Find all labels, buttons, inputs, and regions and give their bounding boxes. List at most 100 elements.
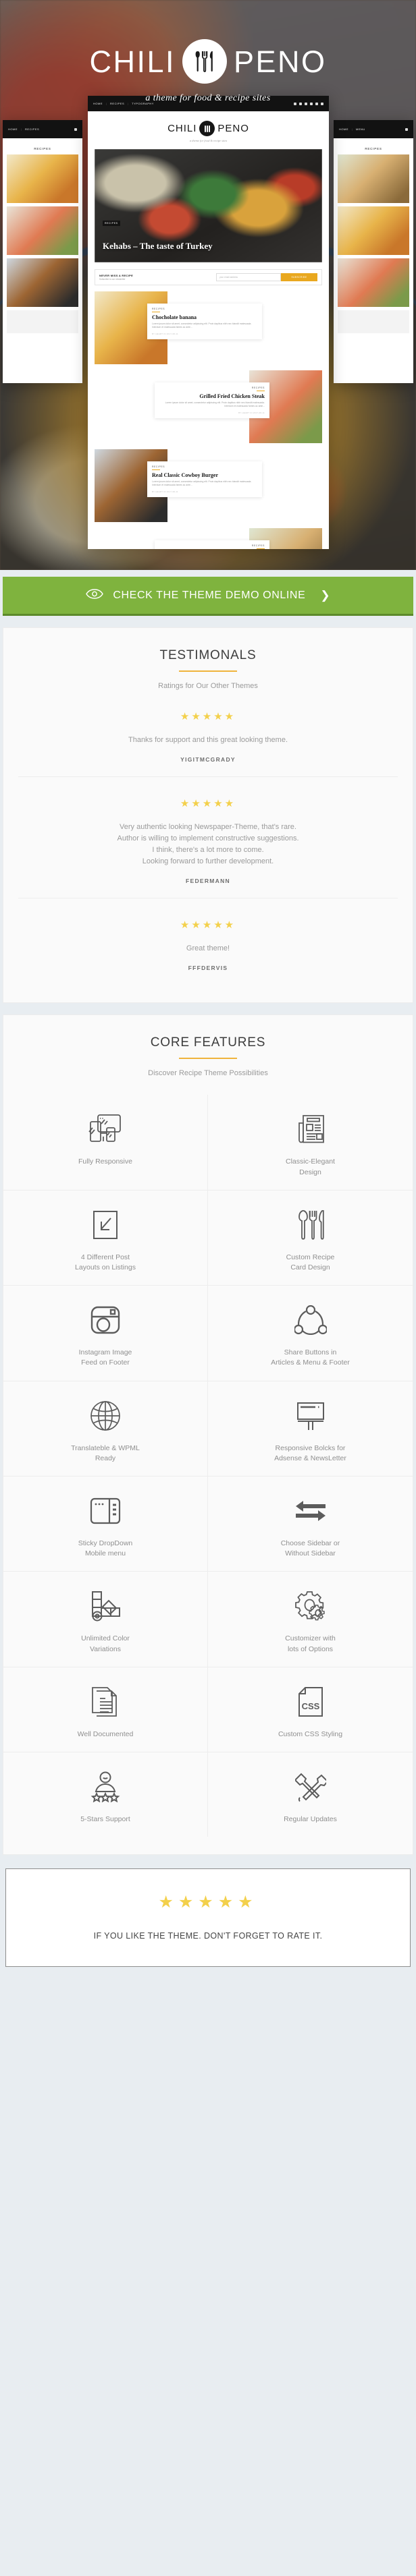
feature-label: Customizer with lots of Options [285, 1634, 336, 1653]
two-arrows-icon [294, 1494, 327, 1528]
svg-text:CSS: CSS [301, 1701, 319, 1711]
preview-block [7, 310, 78, 334]
mockup-site-header: CHILI PENO a theme for food & recipe sit… [88, 111, 329, 149]
globe-icon [90, 1399, 121, 1433]
featured-category: RECIPES [103, 221, 120, 226]
testimonials-list: ★★★★★ Thanks for support and this great … [3, 690, 413, 985]
mockup-post-card[interactable]: RECIPES Real Classic Cowboy Burger Lorem… [95, 449, 322, 522]
billboard-icon [295, 1399, 326, 1433]
mockup-post-card[interactable]: RECIPES Basic Homemade Bread Lorem ipsum… [95, 528, 322, 549]
preview-image [7, 258, 78, 308]
responsive-devices-icon [88, 1112, 122, 1146]
feature-label: 5-Stars Support [80, 1815, 130, 1824]
rating-stars: ★★★★★ [180, 919, 236, 932]
feature-cell-responsive-blocks: Responsive Bolcks for Adsense & NewsLett… [208, 1381, 413, 1477]
preview-block [338, 310, 409, 334]
search-icon [74, 127, 77, 131]
share-nodes-icon [294, 1303, 327, 1337]
feature-label: Responsive Bolcks for Adsense & NewsLett… [274, 1443, 346, 1462]
mockup-featured-post[interactable]: RECIPES Kehabs – The taste of Turkey [95, 149, 322, 262]
feature-cell-recipe-card: Custom Recipe Card Design [208, 1191, 413, 1286]
feature-label: Classic-Elegant Design [286, 1157, 335, 1176]
feature-label: Sticky DropDown Mobile menu [78, 1539, 133, 1558]
feature-label: Share Buttons in Articles & Menu & Foote… [271, 1348, 350, 1367]
feature-label: Well Documented [77, 1729, 134, 1738]
user-stars-icon [89, 1770, 122, 1804]
features-title: CORE FEATURES [150, 1035, 266, 1050]
rate-theme-message: IF YOU LIKE THE THEME. DON'T FORGET TO R… [93, 1931, 323, 1941]
newspaper-icon [295, 1112, 326, 1146]
features-grid: Fully Responsive Classic-Elegant Design [3, 1095, 413, 1837]
newsletter-email-input[interactable]: your email address [216, 273, 281, 281]
feature-cell-well-documented: Well Documented [3, 1667, 208, 1753]
rate-theme-box: ★★★★★ IF YOU LIKE THE THEME. DON'T FORGE… [5, 1868, 411, 1968]
cutlery-icon [199, 121, 215, 136]
testimonial-text: Very authentic looking Newspaper-Theme, … [117, 823, 299, 866]
feature-cell-custom-css: CSS Custom CSS Styling [208, 1667, 413, 1753]
testimonials-title: TESTIMONALS [159, 648, 257, 662]
feature-cell-regular-updates: Regular Updates [208, 1752, 413, 1837]
theme-preview-mockups: HOME | RECIPES RECIPES HOME | MENU RECIP… [0, 96, 416, 568]
testimonial-text: Great theme! [186, 944, 230, 953]
feature-cell-customizer: Customizer with lots of Options [208, 1572, 413, 1667]
post-title: Chocholate banana [152, 314, 197, 320]
rating-stars: ★★★★★ [180, 711, 236, 722]
feature-cell-instagram-feed: Instagram Image Feed on Footer [3, 1286, 208, 1381]
featured-title: Kehabs – The taste of Turkey [103, 241, 213, 252]
gears-icon [294, 1589, 327, 1623]
search-icon [405, 127, 408, 131]
feature-label: Instagram Image Feed on Footer [78, 1348, 132, 1367]
features-panel: CORE FEATURES Discover Recipe Theme Poss… [3, 1014, 413, 1856]
feature-cell-five-star-support: 5-Stars Support [3, 1752, 208, 1837]
post-category: RECIPES [251, 387, 265, 389]
feature-cell-choose-sidebar: Choose Sidebar or Without Sidebar [208, 1477, 413, 1572]
accent-underline [179, 670, 237, 672]
feature-cell-color-variations: Unlimited Color Variations [3, 1572, 208, 1667]
post-title: Real Classic Cowboy Burger [152, 472, 218, 478]
mockup-logo-tagline: a theme for food & recipe sites [189, 139, 228, 142]
cutlery-icon [296, 1208, 325, 1242]
newsletter-subscribe-button[interactable]: SUBSCRIBE [281, 273, 317, 281]
demo-cta-button[interactable]: CHECK THE THEME DEMO ONLINE ❯ [3, 577, 413, 616]
feature-label: 4 Different Post Layouts on Listings [75, 1253, 136, 1271]
testimonials-panel: TESTIMONALS Ratings for Our Other Themes… [3, 627, 413, 1004]
mobile-menu-icon [89, 1494, 122, 1528]
documents-icon [90, 1685, 120, 1719]
side-strip-title: RECIPES [365, 147, 382, 151]
feature-cell-classic-elegant-design: Classic-Elegant Design [208, 1095, 413, 1191]
preview-image [7, 154, 78, 204]
testimonial-author: FFFDERVIS [188, 965, 228, 972]
post-meta: BY HEART IN 2017-08-11 [238, 411, 265, 414]
testimonial-item: ★★★★★ Great theme! FFFDERVIS [18, 898, 398, 985]
mockup-newsletter-block: NEVER MISS A RECIPE Subscribe to our new… [95, 269, 322, 285]
rating-stars: ★★★★★ [180, 798, 236, 810]
testimonial-author: YIGITMCGRADY [180, 756, 236, 764]
features-subtitle: Discover Recipe Theme Possibilities [148, 1069, 268, 1078]
accent-rule [152, 469, 160, 470]
mockup-logo-left: CHILI [167, 123, 197, 134]
brand-name-right: PENO [234, 44, 327, 79]
brand-lockup: CHILI PENO a theme for food & recipe sit… [0, 39, 416, 104]
mockup-post-card[interactable]: RECIPES Chocholate banana Lorem ipsum do… [95, 291, 322, 364]
feature-label: Choose Sidebar or Without Sidebar [280, 1539, 340, 1558]
rating-stars: ★★★★★ [158, 1893, 258, 1912]
tools-icon [294, 1770, 326, 1804]
mockup-logo-right: PENO [217, 123, 249, 134]
testimonial-text: Thanks for support and this great lookin… [128, 736, 288, 744]
brand-tagline: a theme for food & recipe sites [145, 93, 271, 103]
accent-rule [257, 548, 265, 549]
mockup-post-card[interactable]: RECIPES Grilled Fried Chicken Steak Lore… [95, 370, 322, 443]
post-category: RECIPES [152, 465, 165, 468]
mockup-right-preview: HOME | MENU RECIPES [334, 120, 413, 383]
eye-icon [86, 588, 104, 602]
preview-image [7, 206, 78, 256]
post-excerpt: Lorem ipsum dolor sit amet, consectetur … [165, 401, 265, 408]
instagram-camera-icon [90, 1303, 121, 1337]
testimonial-item: ★★★★★ Thanks for support and this great … [18, 690, 398, 776]
mockup-nav-bar: HOME | MENU [334, 120, 413, 139]
post-category: RECIPES [152, 308, 165, 310]
chevron-right-icon: ❯ [320, 588, 330, 602]
preview-image [338, 206, 409, 256]
feature-cell-share-buttons: Share Buttons in Articles & Menu & Foote… [208, 1286, 413, 1381]
preview-image [338, 258, 409, 308]
